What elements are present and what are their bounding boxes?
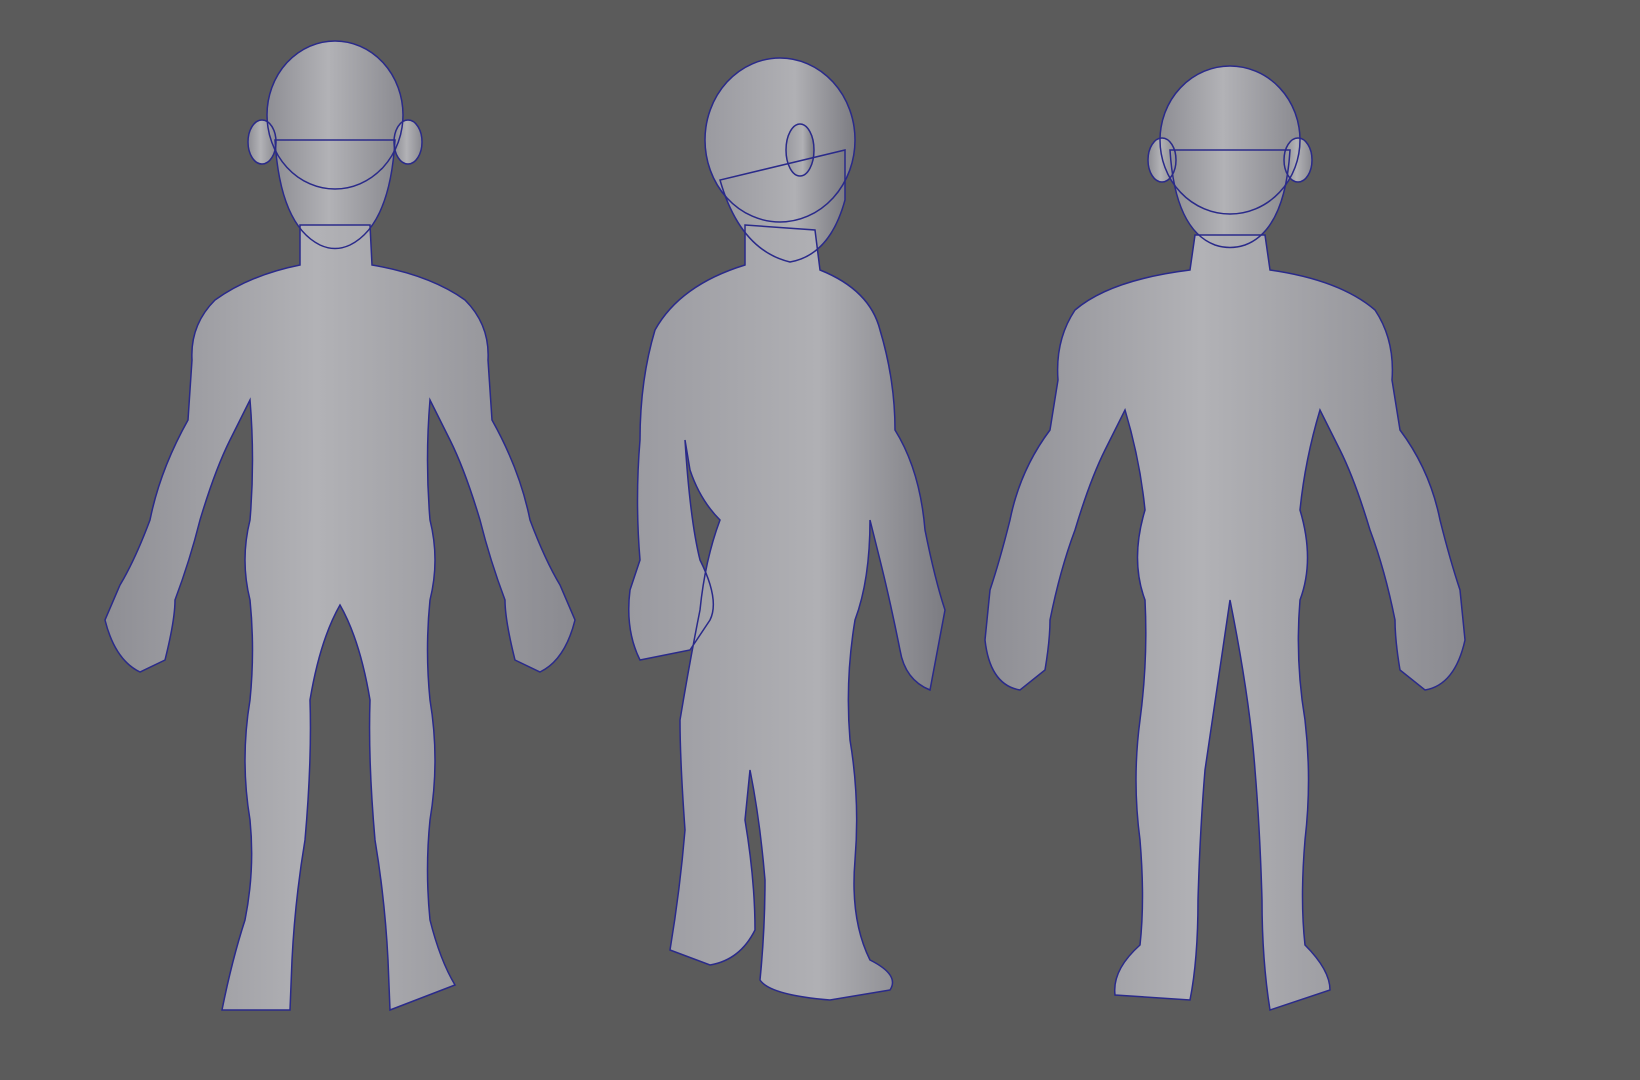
viewport-canvas bbox=[90, 30, 1480, 1030]
3d-viewport[interactable] bbox=[0, 0, 1640, 1080]
character-mesh-three-quarter-view[interactable] bbox=[620, 50, 950, 1010]
character-mesh-front-view[interactable] bbox=[90, 30, 590, 1030]
character-mesh-back-view[interactable] bbox=[980, 60, 1480, 1020]
